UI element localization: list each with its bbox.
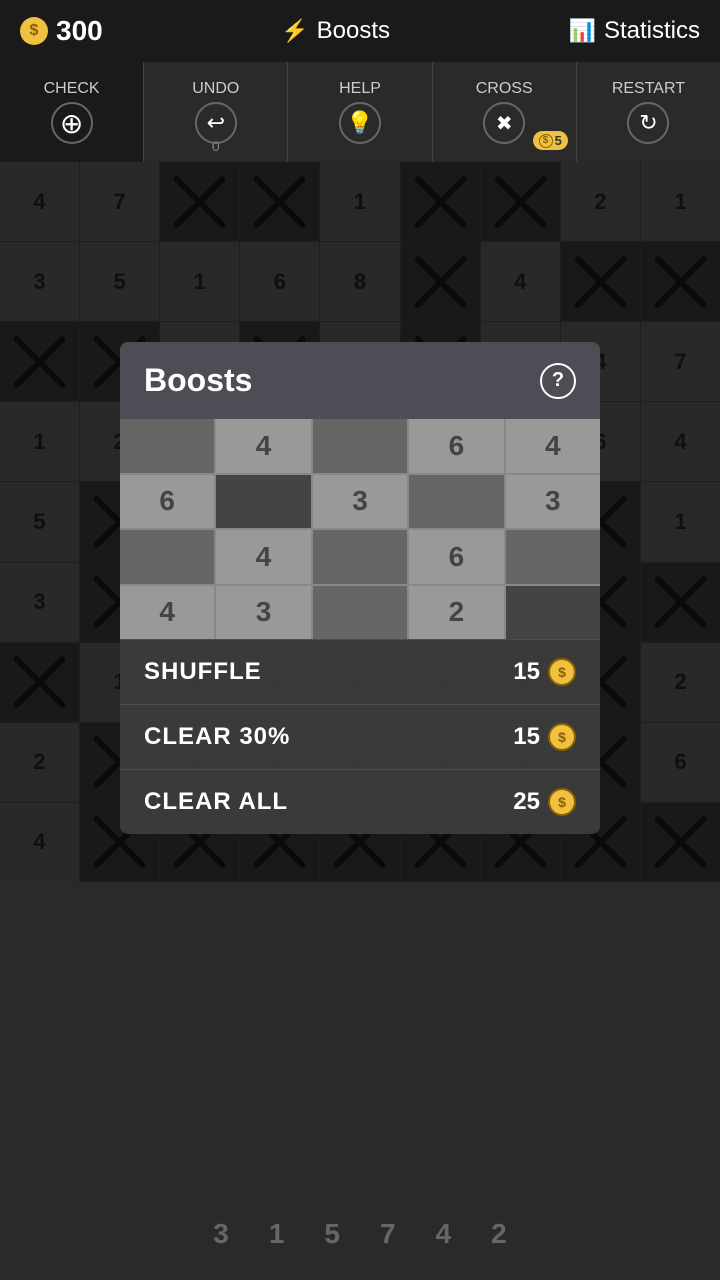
undo-count: 0 (212, 138, 220, 154)
clear30-cost-coin-icon: $ (548, 723, 576, 751)
cross-cost-amount: 5 (555, 133, 562, 148)
clearall-cost-amount: 25 (513, 788, 540, 816)
game-area: 4 7 1 2 1 3 5 1 6 8 4 5 4 2 4 7 1 2 1 5 … (0, 162, 720, 1280)
preview-cell-20 (506, 586, 600, 640)
clear30-boost-cost: 15 $ (513, 723, 576, 751)
preview-cell-3 (313, 419, 407, 473)
shuffle-cost-coin-icon: $ (548, 658, 576, 686)
preview-cell-14: 6 (409, 530, 503, 584)
undo-label: Undo (192, 80, 239, 98)
clearall-boost-label: CLEAR ALL (144, 788, 288, 816)
check-icon: ⊕ (51, 102, 93, 144)
statistics-nav[interactable]: 📊 Statistics (569, 17, 700, 45)
lightbulb-icon: 💡 (339, 102, 381, 144)
preview-cell-7 (216, 475, 310, 529)
preview-cell-17: 3 (216, 586, 310, 640)
check-button[interactable]: Check ⊕ (0, 62, 144, 162)
modal-header: Boosts ? (120, 342, 600, 419)
preview-cell-5: 4 (506, 419, 600, 473)
clear30-cost-amount: 15 (513, 723, 540, 751)
clear30-boost-label: CLEAR 30% (144, 723, 290, 751)
bar-chart-icon: 📊 (569, 18, 596, 44)
dollar-icon: $ (20, 17, 48, 45)
modal-overlay[interactable]: Boosts ? 4 6 4 6 3 3 4 6 (0, 162, 720, 1280)
preview-cell-8: 3 (313, 475, 407, 529)
restart-label: Restart (612, 80, 685, 98)
preview-cell-19: 2 (409, 586, 503, 640)
preview-cell-1 (120, 419, 214, 473)
boosts-modal: Boosts ? 4 6 4 6 3 3 4 6 (120, 342, 600, 834)
check-label: Check (44, 80, 100, 98)
preview-cell-13 (313, 530, 407, 584)
preview-cell-2: 4 (216, 419, 310, 473)
shuffle-boost-button[interactable]: SHUFFLE 15 $ (120, 639, 600, 704)
clearall-cost-coin-icon: $ (548, 788, 576, 816)
cross-cost-badge: $ 5 (533, 131, 568, 150)
shuffle-boost-cost: 15 $ (513, 658, 576, 686)
shuffle-cost-amount: 15 (513, 658, 540, 686)
status-bar: $ 300 ⚡ Boosts 📊 Statistics (0, 0, 720, 62)
preview-cell-15 (506, 530, 600, 584)
cross-icon: ✖ (483, 102, 525, 144)
question-mark-icon: ? (552, 369, 564, 392)
restart-icon: ↻ (627, 102, 669, 144)
preview-cell-11 (120, 530, 214, 584)
preview-cell-12: 4 (216, 530, 310, 584)
help-button[interactable]: Help 💡 (288, 62, 432, 162)
preview-cell-6: 6 (120, 475, 214, 529)
toolbar: Check ⊕ Undo ↩ 0 Help 💡 Cross ✖ $ 5 Rest… (0, 62, 720, 162)
preview-cell-4: 6 (409, 419, 503, 473)
cross-label: Cross (476, 80, 533, 98)
coin-balance: $ 300 (20, 15, 103, 47)
preview-cell-18 (313, 586, 407, 640)
modal-grid-preview: 4 6 4 6 3 3 4 6 4 3 2 (120, 419, 600, 639)
clearall-boost-cost: 25 $ (513, 788, 576, 816)
boosts-label: Boosts (317, 17, 390, 45)
help-label: Help (339, 80, 381, 98)
preview-cell-10: 3 (506, 475, 600, 529)
undo-button[interactable]: Undo ↩ 0 (144, 62, 288, 162)
coin-amount: 300 (56, 15, 103, 47)
bolt-icon: ⚡ (281, 18, 308, 44)
modal-title: Boosts (144, 362, 252, 399)
cross-cost-coin-icon: $ (539, 134, 553, 148)
boosts-nav[interactable]: ⚡ Boosts (281, 17, 390, 45)
clear30-boost-button[interactable]: CLEAR 30% 15 $ (120, 704, 600, 769)
shuffle-boost-label: SHUFFLE (144, 658, 262, 686)
preview-cell-9 (409, 475, 503, 529)
cross-button[interactable]: Cross ✖ $ 5 (433, 62, 577, 162)
preview-cell-16: 4 (120, 586, 214, 640)
statistics-label: Statistics (604, 17, 700, 45)
clearall-boost-button[interactable]: CLEAR ALL 25 $ (120, 769, 600, 834)
help-icon-button[interactable]: ? (540, 363, 576, 399)
restart-button[interactable]: Restart ↻ (577, 62, 720, 162)
